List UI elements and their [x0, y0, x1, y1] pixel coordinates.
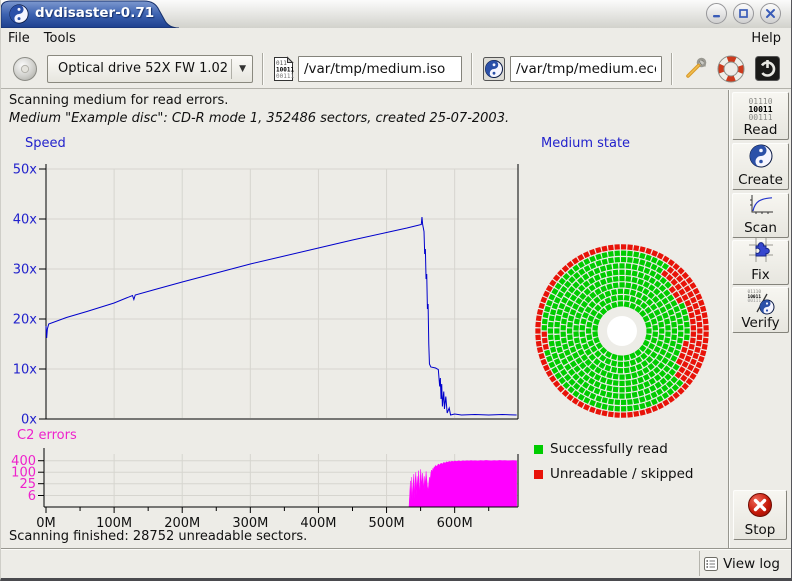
- statusbar: View log: [1, 548, 791, 579]
- fix-button[interactable]: Fix: [732, 240, 789, 285]
- legend-label-read: Successfully read: [550, 441, 668, 457]
- ecc-file-icon: [482, 56, 506, 82]
- read-binary-icon: 01110 10011 00111: [748, 98, 772, 122]
- legend-item-read: Successfully read: [534, 441, 668, 457]
- menubar: File Tools Help: [1, 28, 791, 49]
- svg-text:50x: 50x: [13, 163, 38, 178]
- scan-button[interactable]: Scan: [732, 193, 789, 238]
- svg-text:20x: 20x: [13, 313, 38, 328]
- read-button[interactable]: 01110 10011 00111 Read: [732, 92, 789, 140]
- app-window: dvdisaster-0.71 File Tools Help: [0, 0, 792, 581]
- fix-button-label: Fix: [751, 267, 770, 283]
- legend-item-unreadable: Unreadable / skipped: [534, 466, 693, 482]
- verify-icon: 01110 10011 00111: [746, 291, 776, 315]
- verify-button-label: Verify: [741, 315, 779, 331]
- svg-text:00111: 00111: [276, 73, 294, 80]
- menu-file[interactable]: File: [1, 30, 37, 47]
- scan-button-label: Scan: [744, 220, 777, 236]
- app-logo-icon: [9, 4, 29, 24]
- help-lifebuoy-icon[interactable]: [717, 55, 745, 83]
- svg-text:600M: 600M: [437, 516, 473, 531]
- minimize-button[interactable]: [706, 3, 727, 24]
- svg-text:10x: 10x: [13, 363, 38, 378]
- verify-button[interactable]: 01110 10011 00111 Verify: [732, 287, 789, 333]
- view-log-button[interactable]: View log: [703, 556, 780, 572]
- stop-button-label: Stop: [745, 522, 776, 538]
- scan-result-text: Scanning finished: 28752 unreadable sect…: [9, 529, 307, 544]
- toolbar-separator: [671, 53, 673, 85]
- log-list-icon: [703, 556, 719, 572]
- svg-text:6: 6: [28, 489, 36, 504]
- ecc-path-input[interactable]: [510, 56, 662, 82]
- status-line-primary: Scanning medium for read errors.: [9, 93, 228, 108]
- action-sidebar: 01110 10011 00111 Read Create: [728, 90, 792, 548]
- titlebar[interactable]: dvdisaster-0.71: [1, 0, 791, 29]
- maximize-button[interactable]: [733, 3, 754, 24]
- stop-icon: [747, 492, 773, 522]
- combo-divider: [231, 59, 232, 79]
- view-log-label: View log: [723, 556, 780, 572]
- legend-swatch-unreadable: [534, 470, 543, 479]
- quit-power-icon[interactable]: [754, 55, 781, 82]
- toolbar: Optical drive 52X FW 1.02 ▼ 011 10011 00…: [1, 49, 791, 89]
- viewlog-area: View log: [699, 551, 788, 576]
- status-line-medium-info: Medium "Example disc": CD-R mode 1, 3524…: [9, 111, 509, 126]
- create-yinyang-icon: [749, 144, 773, 172]
- toolbar-separator: [262, 53, 264, 85]
- scan-chart-icon: [748, 194, 774, 220]
- window-title: dvdisaster-0.71: [35, 0, 154, 27]
- legend-label-unreadable: Unreadable / skipped: [550, 466, 693, 482]
- iso-path-input[interactable]: [298, 56, 462, 82]
- toolbar-separator: [471, 53, 473, 85]
- fix-puzzle-icon: [748, 237, 774, 267]
- svg-text:40x: 40x: [13, 213, 38, 228]
- drive-select[interactable]: Optical drive 52X FW 1.02 ▼: [47, 55, 253, 83]
- iso-file-icon: 011 10011 00111: [273, 56, 294, 82]
- preferences-wrench-icon[interactable]: [682, 56, 708, 82]
- create-button[interactable]: Create: [732, 143, 789, 190]
- svg-text:500M: 500M: [369, 516, 405, 531]
- optical-drive-icon[interactable]: [11, 55, 39, 83]
- create-button-label: Create: [738, 172, 783, 188]
- chevron-down-icon: ▼: [239, 64, 246, 74]
- svg-text:30x: 30x: [13, 263, 38, 278]
- read-button-label: Read: [744, 122, 778, 138]
- menu-tools[interactable]: Tools: [37, 30, 83, 47]
- legend-swatch-read: [534, 445, 543, 454]
- svg-text:0x: 0x: [21, 413, 37, 428]
- drive-select-value: Optical drive 52X FW 1.02: [58, 61, 228, 76]
- close-button[interactable]: [760, 3, 781, 24]
- charts-canvas: 0x10x20x30x40x50x4001002560M100M200M300M…: [1, 130, 728, 547]
- stop-button[interactable]: Stop: [733, 490, 787, 540]
- menu-help[interactable]: Help: [744, 30, 791, 47]
